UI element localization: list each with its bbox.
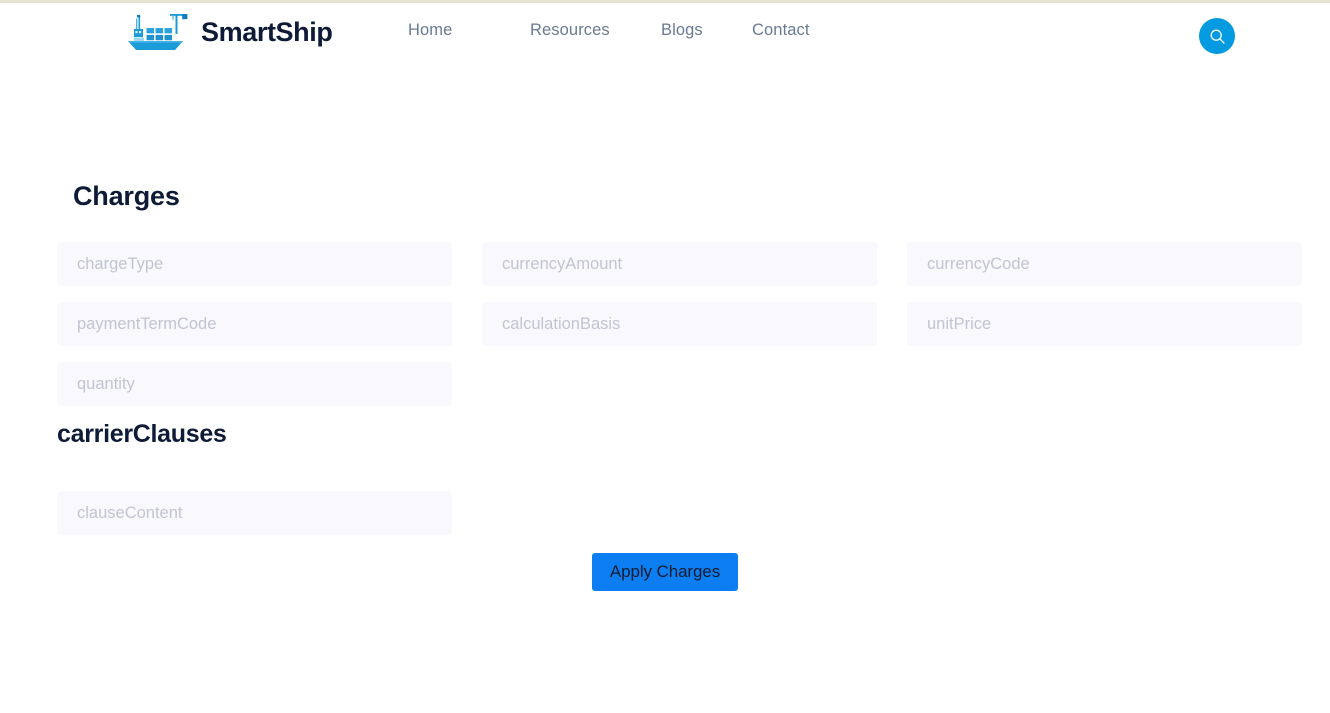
site-header: SmartShip Home Resources Blogs Contact xyxy=(0,3,1330,66)
charges-field-grid xyxy=(57,242,1304,406)
nav-item-resources[interactable]: Resources xyxy=(530,21,610,39)
search-button[interactable] xyxy=(1199,18,1235,54)
nav-item-contact[interactable]: Contact xyxy=(752,21,810,39)
carrier-clauses-section-title: carrierClauses xyxy=(57,420,227,448)
apply-button-row: Apply Charges xyxy=(0,553,1330,591)
main-content: Charges carrierClauses Apply Charges xyxy=(0,66,1330,713)
brand-logo-link[interactable]: SmartShip xyxy=(126,11,333,53)
nav-item-home[interactable]: Home xyxy=(408,21,452,39)
search-icon xyxy=(1210,29,1225,44)
page-root: SmartShip Home Resources Blogs Contact C xyxy=(0,0,1330,713)
charge-type-input[interactable] xyxy=(57,242,452,286)
calculation-basis-input[interactable] xyxy=(482,302,877,346)
charges-section-title: Charges xyxy=(73,181,180,211)
main-navigation: Home Resources Blogs Contact xyxy=(408,22,810,40)
unit-price-input[interactable] xyxy=(907,302,1302,346)
brand-name: SmartShip xyxy=(201,16,333,47)
carrier-clauses-field-grid xyxy=(57,491,1304,535)
apply-charges-button[interactable]: Apply Charges xyxy=(591,553,739,591)
nav-item-blogs[interactable]: Blogs xyxy=(661,21,703,39)
quantity-input[interactable] xyxy=(57,362,452,406)
payment-term-code-input[interactable] xyxy=(57,302,452,346)
clause-content-input[interactable] xyxy=(57,491,452,535)
cargo-ship-icon xyxy=(128,14,188,50)
currency-amount-input[interactable] xyxy=(482,242,877,286)
currency-code-input[interactable] xyxy=(907,242,1302,286)
